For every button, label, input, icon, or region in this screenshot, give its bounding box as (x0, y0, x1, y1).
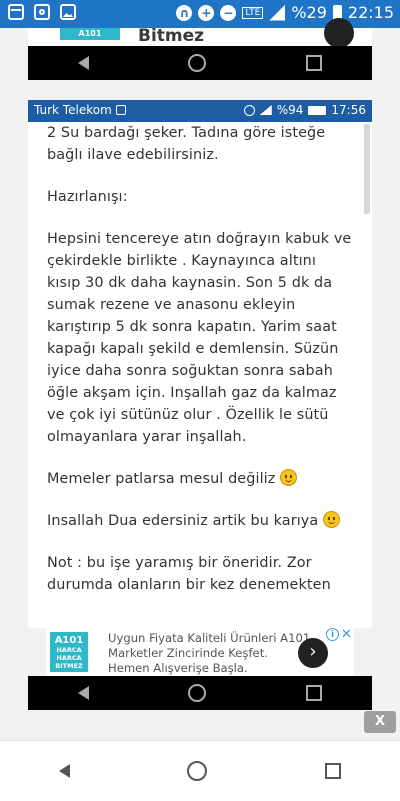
clock: 22:15 (347, 3, 394, 22)
top-ad-arrow-button[interactable] (324, 18, 354, 48)
a101-logo: A101 HARCA HARCA BITMEZ (50, 632, 88, 672)
gallery-icon (60, 4, 76, 20)
article-paragraph: Insallah Dua edersiniz artik bu karıya (28, 510, 372, 532)
battery-percentage: %29 (291, 3, 327, 22)
alarm-icon (243, 104, 255, 116)
back-button[interactable] (58, 764, 70, 778)
embedded-clock: 17:56 (331, 103, 366, 117)
do-not-disturb-icon: − (220, 4, 237, 21)
recents-icon (306, 55, 323, 71)
system-nav-bar (0, 740, 400, 801)
article-paragraph: Memeler patlarsa mesul değiliz (28, 468, 372, 490)
recents-icon (306, 685, 323, 701)
top-ad-text: Bitmez (138, 26, 205, 46)
signal-icon (259, 105, 272, 115)
scrollbar[interactable] (364, 124, 370, 214)
carrier-name: Turk Telekom (34, 103, 112, 117)
article-heading: Hazırlanışı: (47, 189, 128, 205)
home-icon (188, 684, 207, 702)
ad-info-icon[interactable]: i (326, 628, 339, 641)
close-button[interactable]: X (364, 711, 396, 733)
article-content: 2 Su bardağı şeker. Tadına göre isteğe b… (28, 122, 372, 628)
embedded-battery-percentage: %94 (276, 103, 304, 117)
data-saver-icon: + (198, 4, 215, 21)
a101-logo: A101 (60, 28, 120, 40)
home-button[interactable] (187, 761, 208, 781)
ad-banner[interactable]: A101 HARCA HARCA BITMEZ Uygun Fiyata Kal… (46, 627, 354, 676)
home-icon (188, 54, 207, 72)
ad-open-button[interactable]: › (298, 638, 328, 668)
top-ad-strip[interactable]: A101 Bitmez (28, 18, 372, 48)
ad-close-icon[interactable]: ✕ (341, 627, 352, 642)
image-icon (115, 105, 126, 115)
headphones-icon: ∩ (176, 4, 193, 21)
embedded-nav-bar-top (28, 46, 372, 80)
battery-icon (308, 105, 327, 115)
back-icon (77, 56, 89, 70)
back-icon (77, 686, 89, 700)
signal-icon (269, 4, 286, 21)
embedded-nav-bar-bottom (28, 676, 372, 710)
smiley-icon (323, 511, 341, 528)
article-text: Insallah Dua edersiniz artik bu karıya (47, 513, 319, 529)
smiley-icon (280, 469, 298, 486)
message-icon (8, 4, 24, 20)
article-paragraph: Hepsini tencereye atın doğrayın kabuk ve… (47, 231, 352, 445)
network-badge: LTE (242, 6, 264, 19)
article-paragraph: 2 Su bardağı şeker. Tadına göre isteğe b… (47, 125, 326, 163)
embedded-status-bar: Turk Telekom %94 17:56 (28, 100, 372, 122)
article-paragraph: Not : bu işe yaramış bir öneridir. Zor d… (47, 555, 331, 593)
instagram-icon (34, 4, 50, 20)
article-text: Memeler patlarsa mesul değiliz (47, 471, 276, 487)
recents-button[interactable] (325, 763, 342, 779)
